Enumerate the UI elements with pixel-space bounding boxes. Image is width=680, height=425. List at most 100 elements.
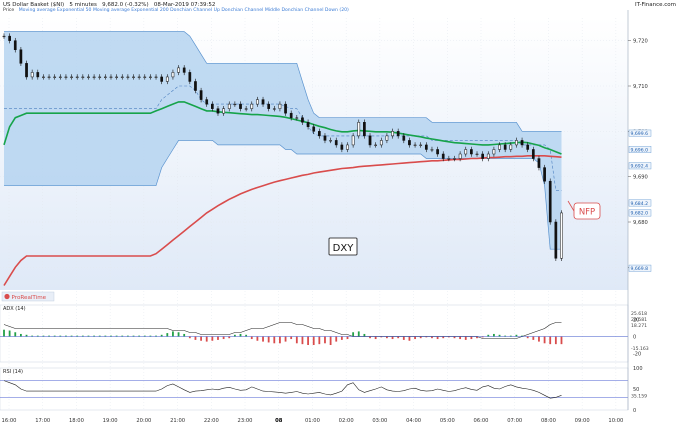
y-tick-label: 9,710 bbox=[633, 84, 648, 90]
candle-body bbox=[526, 144, 530, 150]
candle-body bbox=[70, 76, 73, 78]
candle-body bbox=[323, 135, 327, 141]
adx-histogram-bar bbox=[363, 333, 366, 337]
adx-histogram-bar bbox=[262, 336, 264, 342]
x-tick-label: 05:00 bbox=[440, 418, 455, 424]
candle-body bbox=[498, 144, 501, 150]
candle-body bbox=[216, 108, 220, 114]
adx-histogram-bar bbox=[222, 336, 225, 340]
candle-body bbox=[98, 76, 102, 78]
adx-histogram-bar bbox=[211, 336, 214, 341]
candle-body bbox=[503, 144, 507, 150]
adx-y-tick-label: -20 bbox=[633, 352, 641, 358]
adx-y-tick-label: 0 bbox=[633, 335, 636, 341]
candle-body bbox=[205, 99, 209, 105]
adx-histogram-bar bbox=[3, 329, 5, 337]
adx-value-label: 25.618 bbox=[631, 311, 647, 317]
candle-body bbox=[244, 108, 248, 110]
candle-body bbox=[19, 49, 23, 64]
candle-body bbox=[92, 76, 96, 78]
candle-body bbox=[537, 158, 541, 168]
candle-body bbox=[374, 144, 378, 146]
x-tick-label: 01:00 bbox=[305, 418, 320, 424]
adx-panel-bg bbox=[0, 304, 629, 363]
candle-body bbox=[132, 76, 135, 78]
y-tick-label: 9,720 bbox=[633, 39, 648, 45]
x-tick-label: 03:00 bbox=[372, 418, 387, 424]
adx-histogram-bar bbox=[312, 336, 315, 345]
candle-body bbox=[64, 76, 68, 78]
price-tag-label: 9,684.2 bbox=[631, 201, 649, 207]
candle-body bbox=[81, 76, 85, 78]
candle-body bbox=[408, 140, 411, 146]
adx-histogram-bar bbox=[414, 336, 416, 340]
adx-histogram-bar bbox=[8, 330, 11, 337]
adx-histogram-bar bbox=[279, 336, 281, 344]
candle-body bbox=[357, 122, 361, 137]
x-tick-label: 21:00 bbox=[170, 418, 185, 424]
candle-body bbox=[42, 76, 45, 78]
candle-body bbox=[30, 72, 34, 78]
candle-body bbox=[137, 76, 141, 78]
adx-histogram-bar bbox=[436, 336, 439, 340]
x-tick-label: 08:00 bbox=[541, 418, 556, 424]
adx-histogram-bar bbox=[273, 336, 276, 344]
adx-histogram-bar bbox=[14, 332, 17, 337]
candle-body bbox=[340, 144, 344, 150]
candle-body bbox=[8, 35, 11, 41]
candle-body bbox=[368, 135, 372, 146]
adx-histogram-bar bbox=[459, 336, 462, 340]
x-tick-label: 23:00 bbox=[238, 418, 253, 424]
candle-body bbox=[391, 131, 394, 137]
candle-body bbox=[295, 117, 299, 119]
candle-body bbox=[154, 76, 158, 78]
candle-body bbox=[334, 140, 338, 146]
watermark-logo bbox=[4, 293, 10, 300]
adx-histogram-bar bbox=[290, 336, 293, 340]
x-tick-label: 20:00 bbox=[136, 418, 151, 424]
candle-body bbox=[222, 108, 225, 114]
adx-histogram-bar bbox=[318, 336, 321, 345]
adx-histogram-bar bbox=[301, 336, 304, 345]
candle-body bbox=[256, 99, 259, 105]
y-tick-label: 9,690 bbox=[633, 175, 648, 181]
adx-value-label: -15.163 bbox=[631, 346, 649, 352]
price-tag-label: 9,692.4 bbox=[631, 164, 649, 170]
candle-body bbox=[424, 144, 428, 150]
candle-body bbox=[126, 76, 130, 78]
candle-body bbox=[188, 72, 192, 82]
candle-body bbox=[194, 81, 197, 91]
adx-histogram-bar bbox=[183, 333, 186, 337]
x-tick-label: 22:00 bbox=[204, 418, 219, 424]
candle-body bbox=[278, 103, 282, 109]
candle-body bbox=[312, 126, 316, 132]
candle-body bbox=[351, 135, 355, 146]
adx-histogram-bar bbox=[177, 332, 180, 337]
candle-body bbox=[143, 76, 147, 78]
adx-histogram-bar bbox=[470, 336, 473, 340]
y-tick-label: 9,680 bbox=[633, 220, 648, 226]
candle-body bbox=[250, 103, 254, 109]
adx-histogram-bar bbox=[19, 333, 22, 337]
candle-body bbox=[419, 144, 423, 146]
adx-histogram-bar bbox=[340, 336, 343, 340]
candle-body bbox=[554, 221, 558, 259]
adx-histogram-bar bbox=[352, 332, 355, 337]
adx-histogram-bar bbox=[329, 336, 332, 345]
candle-body bbox=[171, 72, 175, 78]
candle-body bbox=[115, 76, 118, 78]
trading-chart: 16:00 17:00 18:00 19:00 20:00 21:00 22:00 23:00… bbox=[0, 10, 652, 424]
candle-body bbox=[379, 140, 383, 146]
adx-histogram-bar bbox=[205, 336, 208, 342]
candle-body bbox=[329, 140, 332, 142]
candle-body bbox=[317, 131, 321, 137]
candle-body bbox=[104, 76, 107, 78]
candle-body bbox=[548, 180, 552, 223]
adx-histogram-bar bbox=[324, 336, 326, 344]
candle-body bbox=[239, 103, 242, 109]
adx-histogram-bar bbox=[408, 336, 411, 341]
candle-body bbox=[481, 153, 484, 159]
candle-body bbox=[441, 153, 445, 159]
rsi-y-tick-label: 0 bbox=[633, 408, 636, 414]
x-tick-label: 18:00 bbox=[69, 418, 84, 424]
